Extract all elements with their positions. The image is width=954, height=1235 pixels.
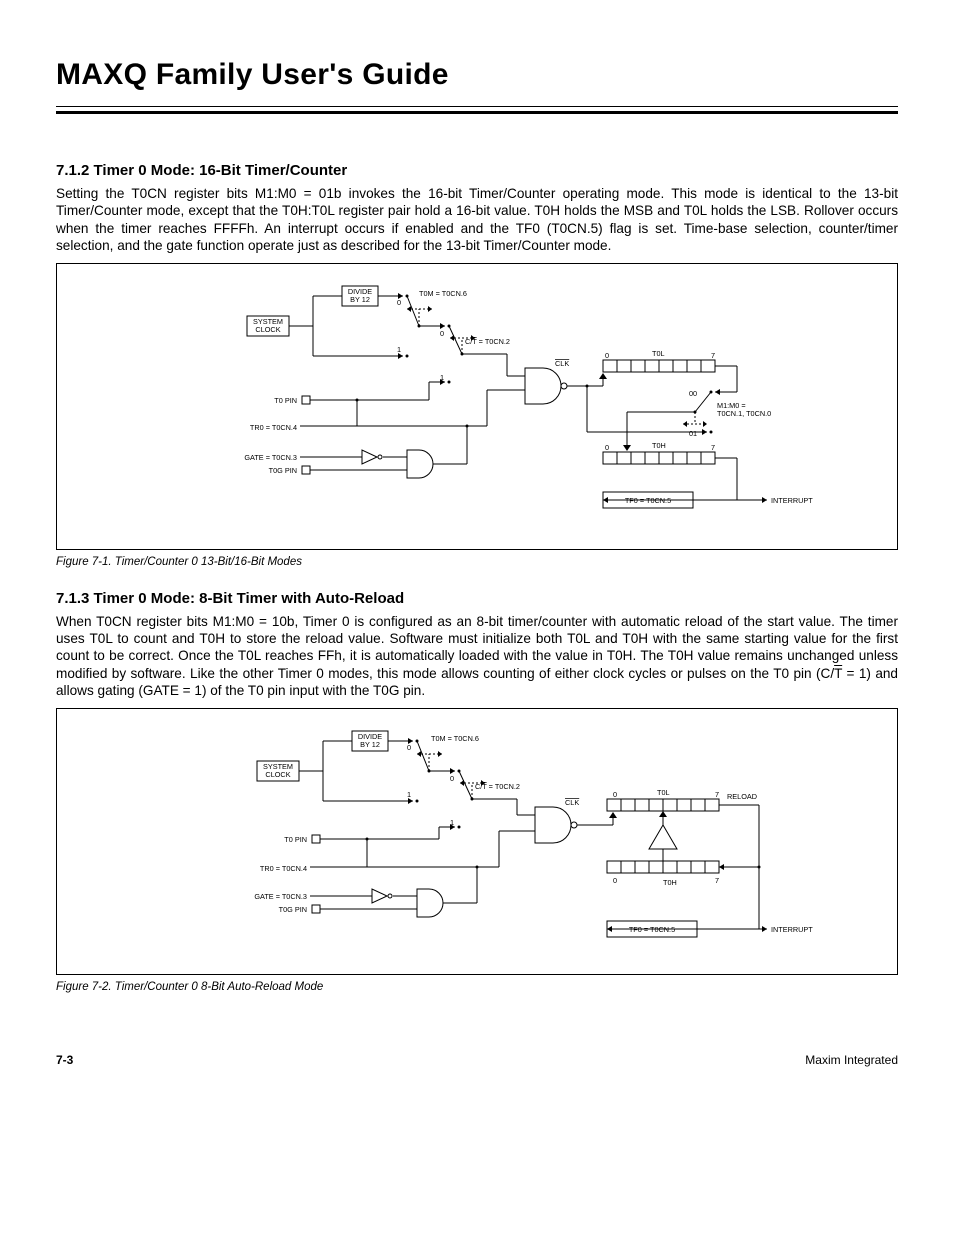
- heading-712: 7.1.2 Timer 0 Mode: 16-Bit Timer/Counter: [56, 162, 898, 179]
- svg-text:T0G PIN: T0G PIN: [279, 905, 307, 914]
- svg-text:T0H: T0H: [663, 878, 677, 887]
- svg-text:0: 0: [450, 774, 454, 783]
- svg-text:0: 0: [613, 876, 617, 885]
- figure-7-2-caption: Figure 7-2. Timer/Counter 0 8-Bit Auto-R…: [56, 981, 898, 993]
- svg-text:1: 1: [397, 345, 401, 354]
- svg-text:01: 01: [689, 429, 697, 438]
- svg-text:CLK: CLK: [565, 798, 579, 807]
- svg-text:CLK: CLK: [555, 359, 569, 368]
- svg-text:1: 1: [407, 790, 411, 799]
- svg-text:7: 7: [715, 790, 719, 799]
- svg-text:C/T = T0CN.2: C/T = T0CN.2: [475, 782, 520, 791]
- svg-text:0: 0: [397, 298, 401, 307]
- footer-brand: Maxim Integrated: [805, 1053, 898, 1067]
- svg-text:0: 0: [613, 790, 617, 799]
- svg-text:BY 12: BY 12: [360, 740, 380, 749]
- svg-text:CLOCK: CLOCK: [255, 325, 280, 334]
- svg-text:T0 PIN: T0 PIN: [284, 835, 307, 844]
- svg-text:7: 7: [711, 443, 715, 452]
- figure-7-1-caption: Figure 7-1. Timer/Counter 0 13-Bit/16-Bi…: [56, 556, 898, 568]
- svg-text:RELOAD: RELOAD: [727, 792, 757, 801]
- svg-text:C/T = T0CN.2: C/T = T0CN.2: [465, 337, 510, 346]
- para-713: When T0CN register bits M1:M0 = 10b, Tim…: [56, 613, 898, 700]
- svg-text:T0L: T0L: [657, 788, 670, 797]
- svg-text:T0M = T0CN.6: T0M = T0CN.6: [419, 289, 467, 298]
- svg-text:BY 12: BY 12: [350, 295, 370, 304]
- svg-text:T0M = T0CN.6: T0M = T0CN.6: [431, 734, 479, 743]
- svg-text:TR0 = T0CN.4: TR0 = T0CN.4: [260, 864, 307, 873]
- svg-text:0: 0: [440, 329, 444, 338]
- svg-text:TR0 = T0CN.4: TR0 = T0CN.4: [250, 423, 297, 432]
- svg-text:0: 0: [407, 743, 411, 752]
- figure-7-2-svg: SYSTEM CLOCK DIVIDE BY 12 0 1 T0M = T0CN…: [67, 719, 887, 959]
- header-rule: [56, 106, 898, 114]
- svg-text:T0L: T0L: [652, 349, 665, 358]
- svg-text:TF0 = T0CN.5: TF0 = T0CN.5: [625, 496, 671, 505]
- svg-text:7: 7: [711, 351, 715, 360]
- figure-7-1: SYSTEM CLOCK DIVIDE BY 12 0 1: [56, 263, 898, 550]
- svg-text:T0 PIN: T0 PIN: [274, 396, 297, 405]
- figure-7-2: SYSTEM CLOCK DIVIDE BY 12 0 1 T0M = T0CN…: [56, 708, 898, 975]
- svg-text:CLOCK: CLOCK: [265, 770, 290, 779]
- svg-text:T0H: T0H: [652, 441, 666, 450]
- svg-text:TF0 = T0CN.5: TF0 = T0CN.5: [629, 925, 675, 934]
- para-712: Setting the T0CN register bits M1:M0 = 0…: [56, 185, 898, 255]
- footer: 7-3 Maxim Integrated: [56, 1053, 898, 1067]
- doc-title: MAXQ Family User's Guide: [56, 58, 898, 92]
- heading-713: 7.1.3 Timer 0 Mode: 8-Bit Timer with Aut…: [56, 590, 898, 607]
- svg-text:0: 0: [605, 351, 609, 360]
- svg-text:GATE = T0CN.3: GATE = T0CN.3: [254, 892, 307, 901]
- figure-7-1-svg: SYSTEM CLOCK DIVIDE BY 12 0 1: [67, 274, 887, 534]
- svg-text:T0G PIN: T0G PIN: [269, 466, 297, 475]
- svg-text:00: 00: [689, 389, 697, 398]
- svg-text:INTERRUPT: INTERRUPT: [771, 496, 813, 505]
- svg-text:T0CN.1, T0CN.0: T0CN.1, T0CN.0: [717, 409, 771, 418]
- svg-text:INTERRUPT: INTERRUPT: [771, 925, 813, 934]
- svg-text:GATE = T0CN.3: GATE = T0CN.3: [244, 453, 297, 462]
- page-number: 7-3: [56, 1053, 73, 1067]
- svg-text:0: 0: [605, 443, 609, 452]
- svg-text:7: 7: [715, 876, 719, 885]
